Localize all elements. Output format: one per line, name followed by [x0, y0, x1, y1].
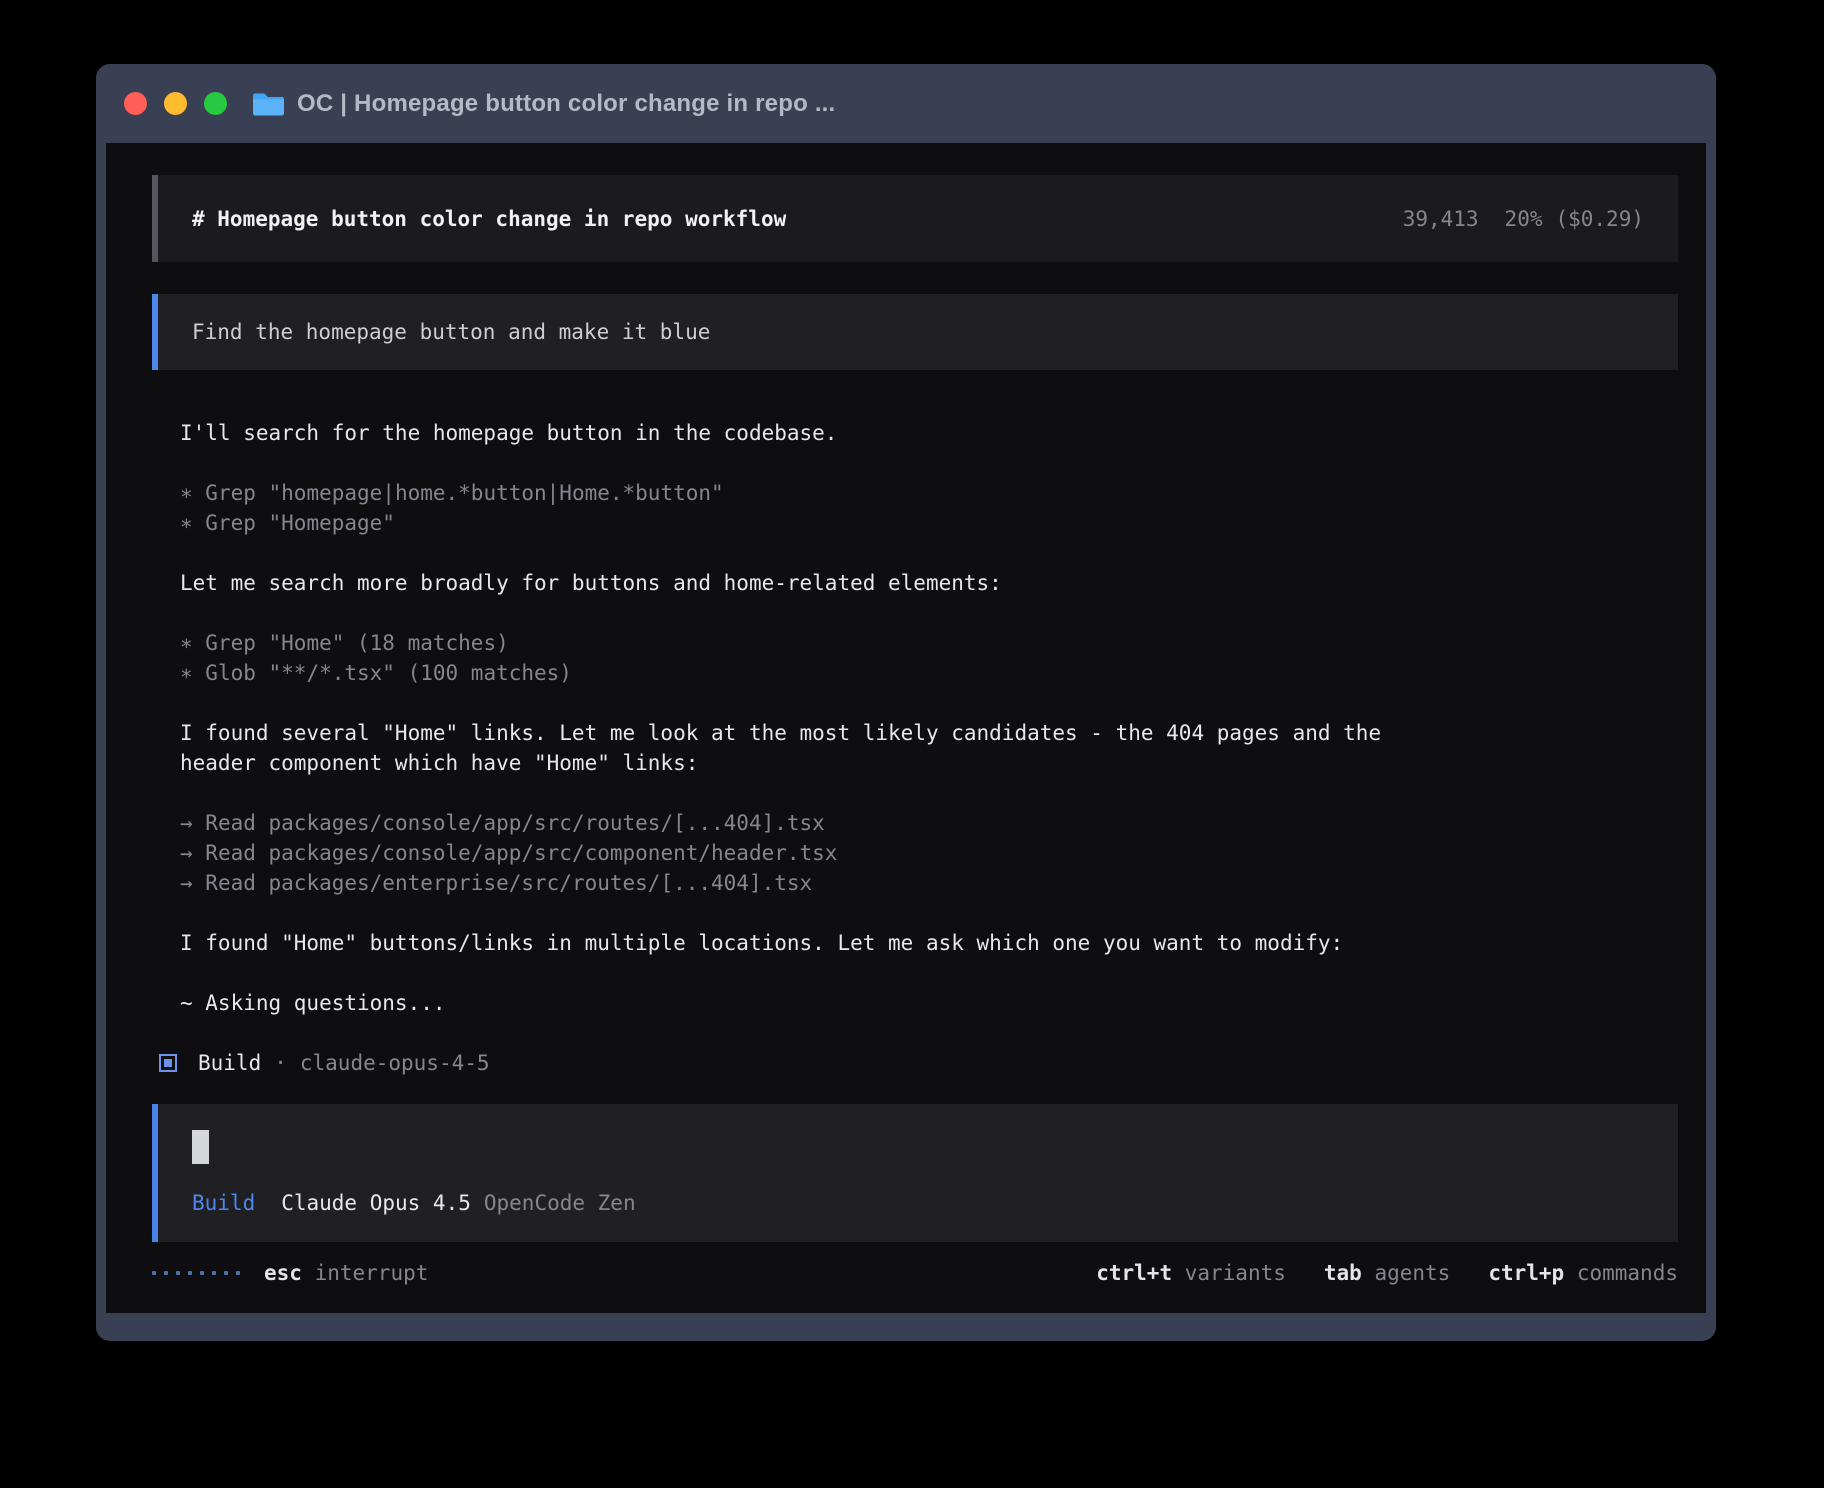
- shortcut-label: agents: [1362, 1261, 1451, 1285]
- session-stats: 39,413 20% ($0.29): [1403, 204, 1644, 234]
- input-meta-row: Build Claude Opus 4.5 OpenCode Zen: [192, 1188, 1644, 1218]
- agent-status-row: Build · claude-opus-4-5: [152, 1048, 1678, 1078]
- user-message-text: Find the homepage button and make it blu…: [192, 317, 710, 347]
- shortcut-key: ctrl+t: [1096, 1261, 1172, 1285]
- tool-call-line: ∗ Grep "homepage|home.*button|Home.*butt…: [180, 478, 1678, 508]
- line-text: Let me search more broadly for buttons a…: [180, 571, 1002, 595]
- tool-asterisk-icon: ∗: [180, 631, 205, 655]
- line-text: Read packages/enterprise/src/routes/[...…: [205, 871, 812, 895]
- tool-call-line: → Read packages/console/app/src/routes/[…: [180, 808, 1678, 838]
- minimize-button[interactable]: [164, 92, 187, 115]
- zoom-button[interactable]: [204, 92, 227, 115]
- spinner-dot: [212, 1271, 216, 1275]
- spinner-dot: [176, 1271, 180, 1275]
- terminal-window: OC | Homepage button color change in rep…: [96, 64, 1716, 1341]
- statusbar: esc interrupt ctrl+t variantstab agentsc…: [152, 1258, 1678, 1288]
- tool-asterisk-icon: ∗: [180, 511, 205, 535]
- close-button[interactable]: [124, 92, 147, 115]
- user-message: Find the homepage button and make it blu…: [152, 294, 1678, 370]
- agent-separator: ·: [274, 1048, 287, 1078]
- shortcut-commands: ctrl+p commands: [1488, 1258, 1678, 1288]
- line-text: I found "Home" buttons/links in multiple…: [180, 931, 1343, 955]
- session-header: # Homepage button color change in repo w…: [152, 175, 1678, 262]
- terminal-screen: # Homepage button color change in repo w…: [106, 143, 1706, 1313]
- tool-call-line: → Read packages/console/app/src/componen…: [180, 838, 1678, 868]
- token-count: 39,413: [1403, 204, 1479, 234]
- input-cursor: [192, 1130, 209, 1164]
- assistant-text-line: I'll search for the homepage button in t…: [180, 418, 1678, 448]
- traffic-lights: [124, 92, 227, 115]
- session-cost: ($0.29): [1555, 204, 1644, 234]
- folder-icon: [253, 91, 284, 116]
- spinner-dots: [152, 1271, 240, 1275]
- line-text: Grep "Homepage": [205, 511, 395, 535]
- shortcut-list: ctrl+t variants tab agents ctrl+p commands: [1096, 1258, 1678, 1288]
- spinner-dot: [188, 1271, 192, 1275]
- assistant-text-line: I found several "Home" links. Let me loo…: [180, 718, 1430, 778]
- esc-label: interrupt: [315, 1261, 429, 1285]
- line-text: Grep "Home" (18 matches): [205, 631, 508, 655]
- tool-asterisk-icon: ∗: [180, 481, 205, 505]
- shortcut-agents: tab agents: [1324, 1258, 1450, 1288]
- esc-key: esc: [264, 1261, 302, 1285]
- prompt-input[interactable]: Build Claude Opus 4.5 OpenCode Zen: [152, 1104, 1678, 1242]
- assistant-text-line: I found "Home" buttons/links in multiple…: [180, 928, 1678, 958]
- build-agent-icon: [159, 1054, 177, 1072]
- read-arrow-icon: →: [180, 871, 205, 895]
- input-model: Claude Opus 4.5: [281, 1188, 471, 1218]
- session-title: # Homepage button color change in repo w…: [192, 204, 786, 234]
- shortcut-key: ctrl+p: [1488, 1261, 1564, 1285]
- agent-name: Build: [198, 1048, 261, 1078]
- read-arrow-icon: →: [180, 841, 205, 865]
- input-provider: OpenCode Zen: [484, 1188, 636, 1218]
- line-text: Grep "homepage|home.*button|Home.*button…: [205, 481, 723, 505]
- spinner-dot: [152, 1271, 156, 1275]
- conversation: I'll search for the homepage button in t…: [180, 418, 1678, 1018]
- shortcut-label: commands: [1564, 1261, 1678, 1285]
- esc-hint: esc interrupt: [264, 1258, 428, 1288]
- tool-call-line: ∗ Grep "Home" (18 matches): [180, 628, 1678, 658]
- spinner-dot: [236, 1271, 240, 1275]
- tool-asterisk-icon: ∗: [180, 661, 205, 685]
- line-text: I found several "Home" links. Let me loo…: [180, 721, 1381, 775]
- tool-call-line: ∗ Grep "Homepage": [180, 508, 1678, 538]
- line-text: Read packages/console/app/src/component/…: [205, 841, 837, 865]
- assistant-text-line: ~ Asking questions...: [180, 988, 1678, 1018]
- shortcut-key: tab: [1324, 1261, 1362, 1285]
- spinner-dot: [224, 1271, 228, 1275]
- line-text: Read packages/console/app/src/routes/[..…: [205, 811, 825, 835]
- tool-call-line: ∗ Glob "**/*.tsx" (100 matches): [180, 658, 1678, 688]
- shortcut-label: variants: [1172, 1261, 1286, 1285]
- read-arrow-icon: →: [180, 811, 205, 835]
- assistant-text-line: Let me search more broadly for buttons a…: [180, 568, 1678, 598]
- line-text: I'll search for the homepage button in t…: [180, 421, 837, 445]
- tool-call-line: → Read packages/enterprise/src/routes/[.…: [180, 868, 1678, 898]
- spinner-dot: [164, 1271, 168, 1275]
- shortcut-variants: ctrl+t variants: [1096, 1258, 1286, 1288]
- input-agent-mode: Build: [192, 1188, 255, 1218]
- line-text: ~ Asking questions...: [180, 991, 446, 1015]
- window-title: OC | Homepage button color change in rep…: [297, 90, 835, 118]
- titlebar: OC | Homepage button color change in rep…: [96, 64, 1716, 143]
- context-percent: 20%: [1505, 204, 1543, 234]
- agent-model: claude-opus-4-5: [300, 1048, 490, 1078]
- spinner-dot: [200, 1271, 204, 1275]
- line-text: Glob "**/*.tsx" (100 matches): [205, 661, 572, 685]
